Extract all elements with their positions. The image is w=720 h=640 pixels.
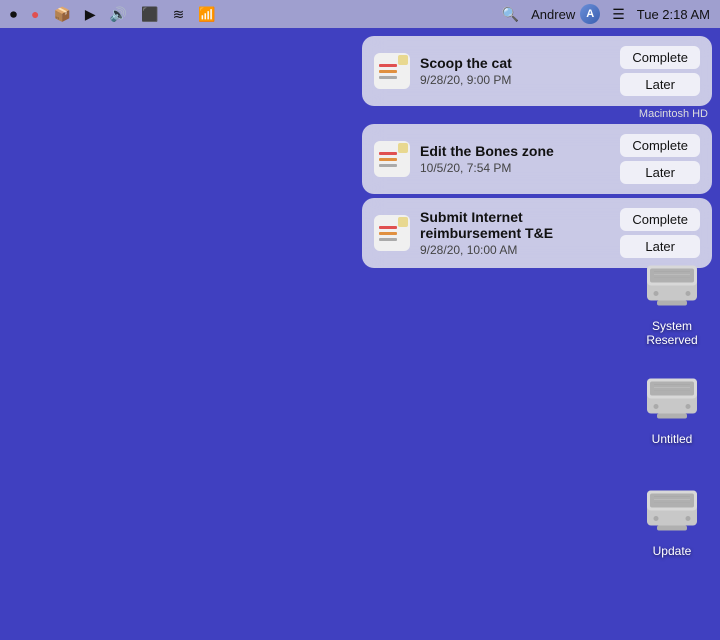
macintosh-hd-label: Macintosh HD <box>362 108 712 120</box>
notif-title-1: Scoop the cat <box>420 55 610 71</box>
bluetooth-icon[interactable]: ≋ <box>173 6 185 23</box>
update-label: Update <box>653 544 692 558</box>
complete-button-2[interactable]: Complete <box>620 134 700 157</box>
airplay-icon[interactable]: ⬛ <box>141 6 158 23</box>
desktop-icon-untitled[interactable]: Untitled <box>632 368 712 446</box>
desktop-icon-system-reserved[interactable]: System Reserved <box>632 255 712 347</box>
disk-image-update <box>642 480 702 540</box>
notif-actions-1: Complete Later <box>620 46 700 96</box>
complete-button-1[interactable]: Complete <box>620 46 700 69</box>
wifi-icon[interactable]: 📶 <box>198 6 215 23</box>
notification-card-2: Edit the Bones zone 10/5/20, 7:54 PM Com… <box>362 124 712 194</box>
notifications-container: Scoop the cat 9/28/20, 9:00 PM Complete … <box>362 36 712 268</box>
menubar-right: 🔍 Andrew A ☰ Tue 2:18 AM <box>502 4 710 24</box>
reminder-icon-1 <box>374 53 410 89</box>
reminder-icon-2 <box>374 141 410 177</box>
search-icon[interactable]: 🔍 <box>502 6 519 23</box>
menubar: ⏺ ● 📦 ▶ 🔊 ⬛ ≋ 📶 🔍 Andrew A ☰ Tue 2:18 AM <box>0 0 720 28</box>
dropbox-icon[interactable]: 📦 <box>53 6 70 23</box>
notif-text-3: Submit Internet reimbursement T&E 9/28/2… <box>420 209 610 257</box>
later-button-2[interactable]: Later <box>620 161 700 184</box>
menubar-user[interactable]: Andrew A <box>531 4 600 24</box>
notif-time-3: 9/28/20, 10:00 AM <box>420 243 610 257</box>
later-button-1[interactable]: Later <box>620 73 700 96</box>
notif-text-1: Scoop the cat 9/28/20, 9:00 PM <box>420 55 610 87</box>
menu-icon[interactable]: ☰ <box>612 6 625 23</box>
reminder-icon-3 <box>374 215 410 251</box>
notif-actions-3: Complete Later <box>620 208 700 258</box>
complete-button-3[interactable]: Complete <box>620 208 700 231</box>
clock: Tue 2:18 AM <box>637 7 710 22</box>
disk-image-system-reserved <box>642 255 702 315</box>
stop-icon[interactable]: ⏺ <box>10 6 17 23</box>
menubar-left: ⏺ ● 📦 ▶ 🔊 ⬛ ≋ 📶 <box>10 6 216 23</box>
notif-text-2: Edit the Bones zone 10/5/20, 7:54 PM <box>420 143 610 175</box>
desktop-icon-update[interactable]: Update <box>632 480 712 558</box>
notif-time-1: 9/28/20, 9:00 PM <box>420 73 610 87</box>
notif-actions-2: Complete Later <box>620 134 700 184</box>
record-icon[interactable]: ● <box>31 6 39 22</box>
notif-title-2: Edit the Bones zone <box>420 143 610 159</box>
username-label: Andrew <box>531 7 575 22</box>
notif-time-2: 10/5/20, 7:54 PM <box>420 161 610 175</box>
forward-icon[interactable]: ▶ <box>85 6 96 23</box>
system-reserved-label: System Reserved <box>632 319 712 347</box>
untitled-label: Untitled <box>652 432 693 446</box>
notification-card-1: Scoop the cat 9/28/20, 9:00 PM Complete … <box>362 36 712 106</box>
volume-icon[interactable]: 🔊 <box>110 6 127 23</box>
avatar: A <box>580 4 600 24</box>
notif-title-3: Submit Internet reimbursement T&E <box>420 209 610 241</box>
disk-image-untitled <box>642 368 702 428</box>
